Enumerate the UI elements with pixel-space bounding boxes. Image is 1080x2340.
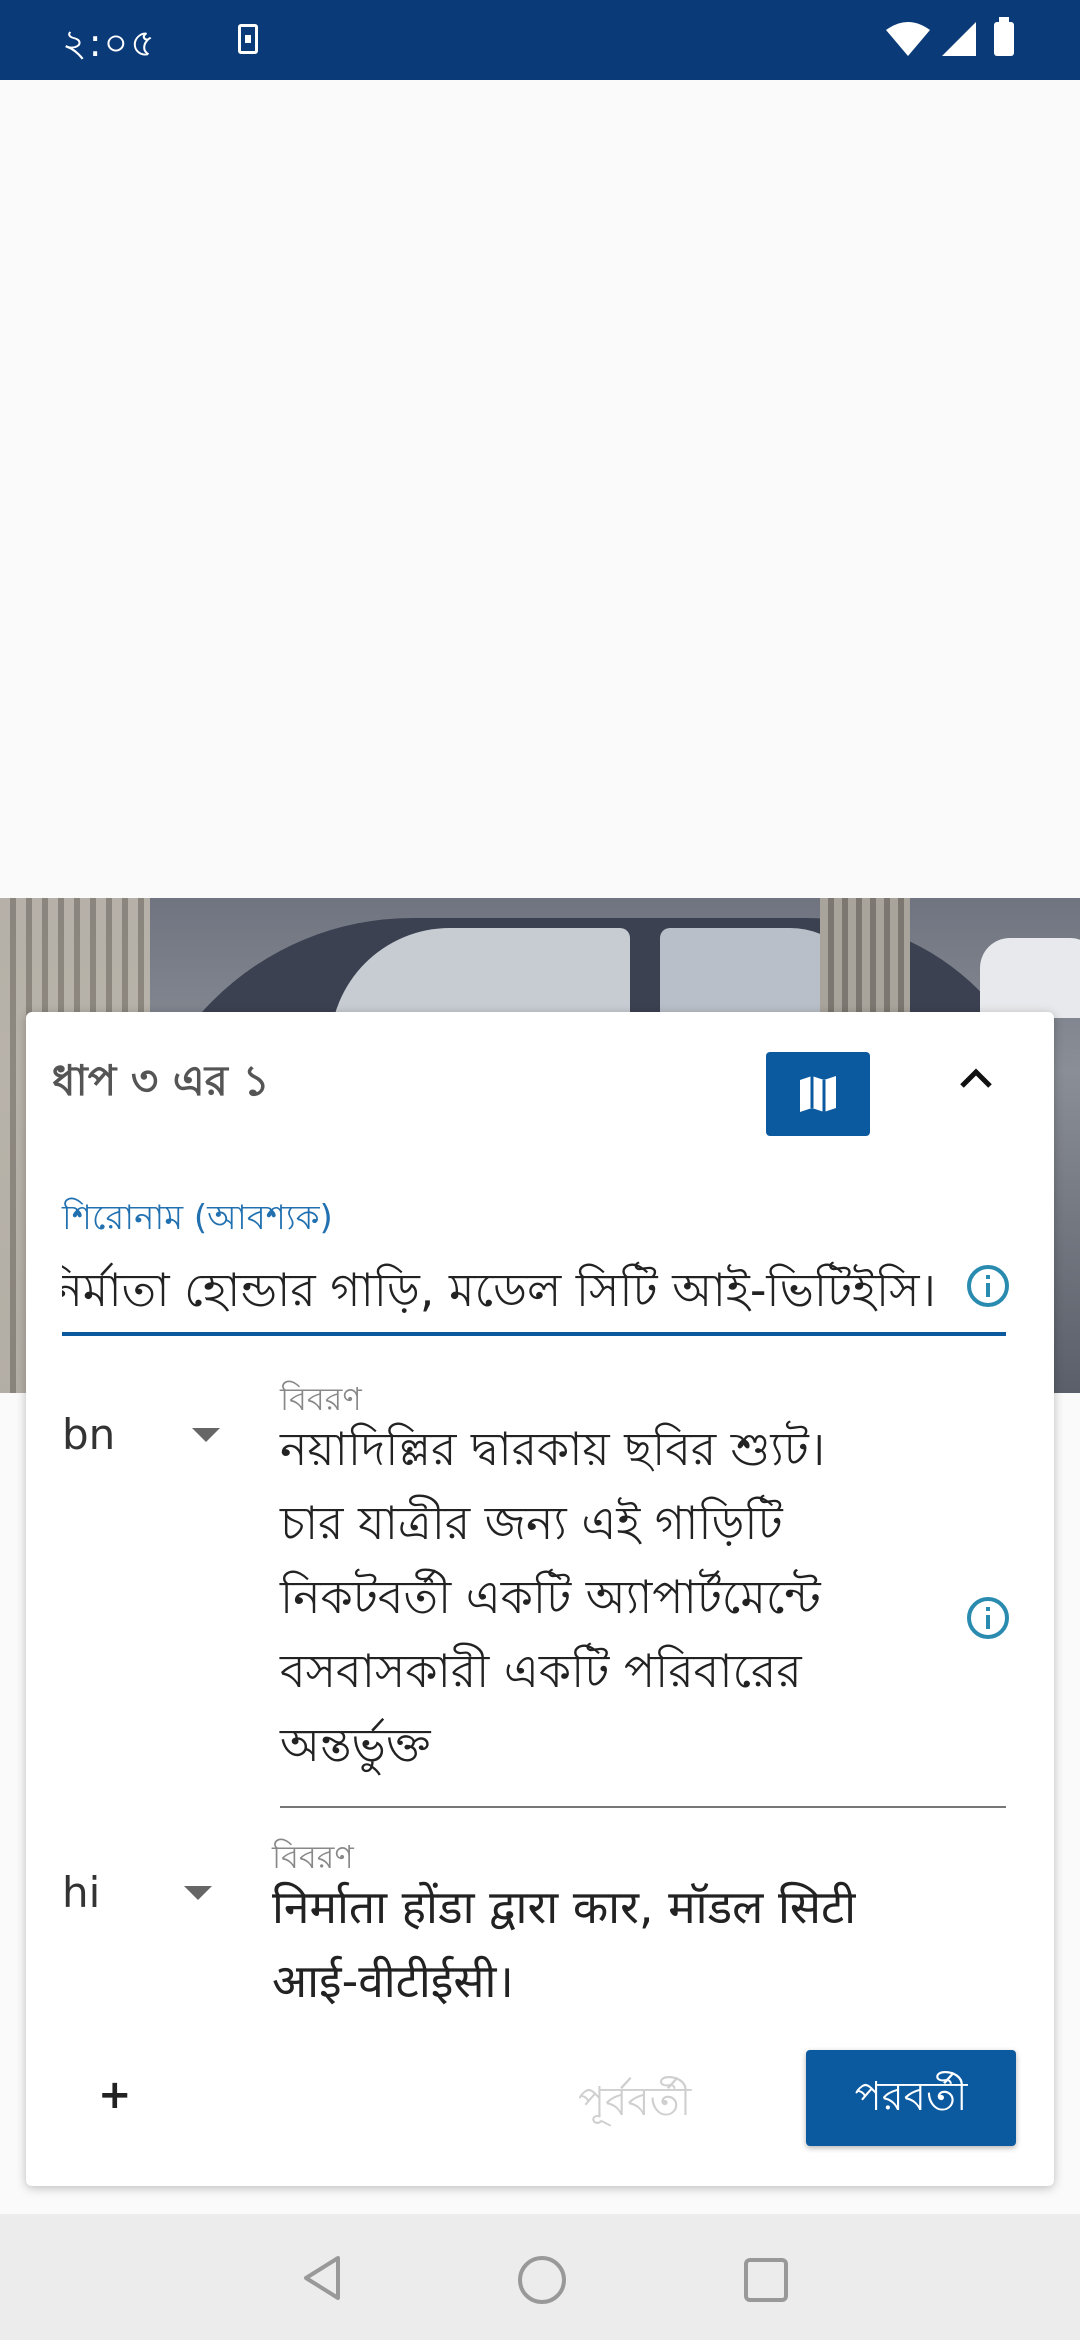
back-icon[interactable] bbox=[300, 2254, 344, 2302]
description-input[interactable]: নয়াদিল্লির দ্বারকায় ছবির শ্যুট। চার যা… bbox=[280, 1412, 825, 1782]
description-underline bbox=[280, 1806, 1006, 1808]
system-nav-bar bbox=[0, 2214, 1080, 2340]
recent-apps-icon[interactable] bbox=[744, 2258, 788, 2302]
description-line: চার যাত্রীর জন্য এই গাড়িটি bbox=[280, 1496, 783, 1550]
step-indicator: ধাপ ৩ এর ১ bbox=[52, 1056, 270, 1105]
caption-label: শিরোনাম (আবশ্যক) bbox=[62, 1198, 333, 1238]
description-line: অন্তর্ভুক্ত bbox=[280, 1718, 431, 1772]
dropdown-arrow-icon[interactable] bbox=[192, 1428, 220, 1442]
status-bar: ২:০৫ bbox=[0, 0, 1080, 80]
caption-input[interactable]: নির্মাতা হোন্ডার গাড়ি, মডেল সিটি আই-ভিট… bbox=[62, 1242, 1006, 1336]
description-line: বসবাসকারী একটি পরিবারের bbox=[280, 1644, 802, 1698]
map-button[interactable] bbox=[766, 1052, 870, 1136]
next-button[interactable]: পরবর্তী bbox=[806, 2050, 1016, 2146]
signal-icon bbox=[942, 22, 976, 56]
description-line: आई-वीटीईसी। bbox=[272, 1954, 514, 2008]
status-time: ২:০৫ bbox=[62, 21, 157, 65]
sim-card-icon bbox=[238, 24, 258, 54]
info-icon[interactable] bbox=[966, 1264, 1010, 1308]
home-icon[interactable] bbox=[518, 2256, 566, 2304]
map-icon bbox=[800, 1076, 836, 1112]
add-description-button[interactable]: + bbox=[98, 2072, 132, 2118]
wifi-icon bbox=[886, 22, 930, 56]
description-line: নয়াদিল্লির দ্বারকায় ছবির শ্যুট। bbox=[280, 1422, 826, 1476]
photo-other-car bbox=[980, 938, 1080, 1018]
dropdown-arrow-icon[interactable] bbox=[184, 1886, 212, 1900]
description-line: निर्माता होंडा द्वारा कार, मॉडल सिटी bbox=[272, 1880, 857, 1934]
battery-icon bbox=[994, 17, 1014, 56]
previous-button[interactable]: পূর্ববর্তী bbox=[578, 2070, 691, 2137]
info-icon[interactable] bbox=[966, 1596, 1010, 1640]
chevron-up-icon[interactable] bbox=[956, 1060, 996, 1100]
language-selector[interactable]: hi bbox=[62, 1868, 100, 1917]
description-line: নিকটবর্তী একটি অ্যাপার্টমেন্টে bbox=[280, 1570, 821, 1624]
language-selector[interactable]: bn bbox=[62, 1410, 115, 1459]
caption-value: নির্মাতা হোন্ডার গাড়ি, মডেল সিটি আই-ভিট… bbox=[62, 1263, 936, 1317]
description-input[interactable]: निर्माता होंडा द्वारा कार, मॉडल सिटी आई-… bbox=[272, 1870, 856, 2020]
media-details-card: ধাপ ৩ এর ১ শিরোনাম (আবশ্যক) নির্মাতা হোন… bbox=[26, 1012, 1054, 2186]
